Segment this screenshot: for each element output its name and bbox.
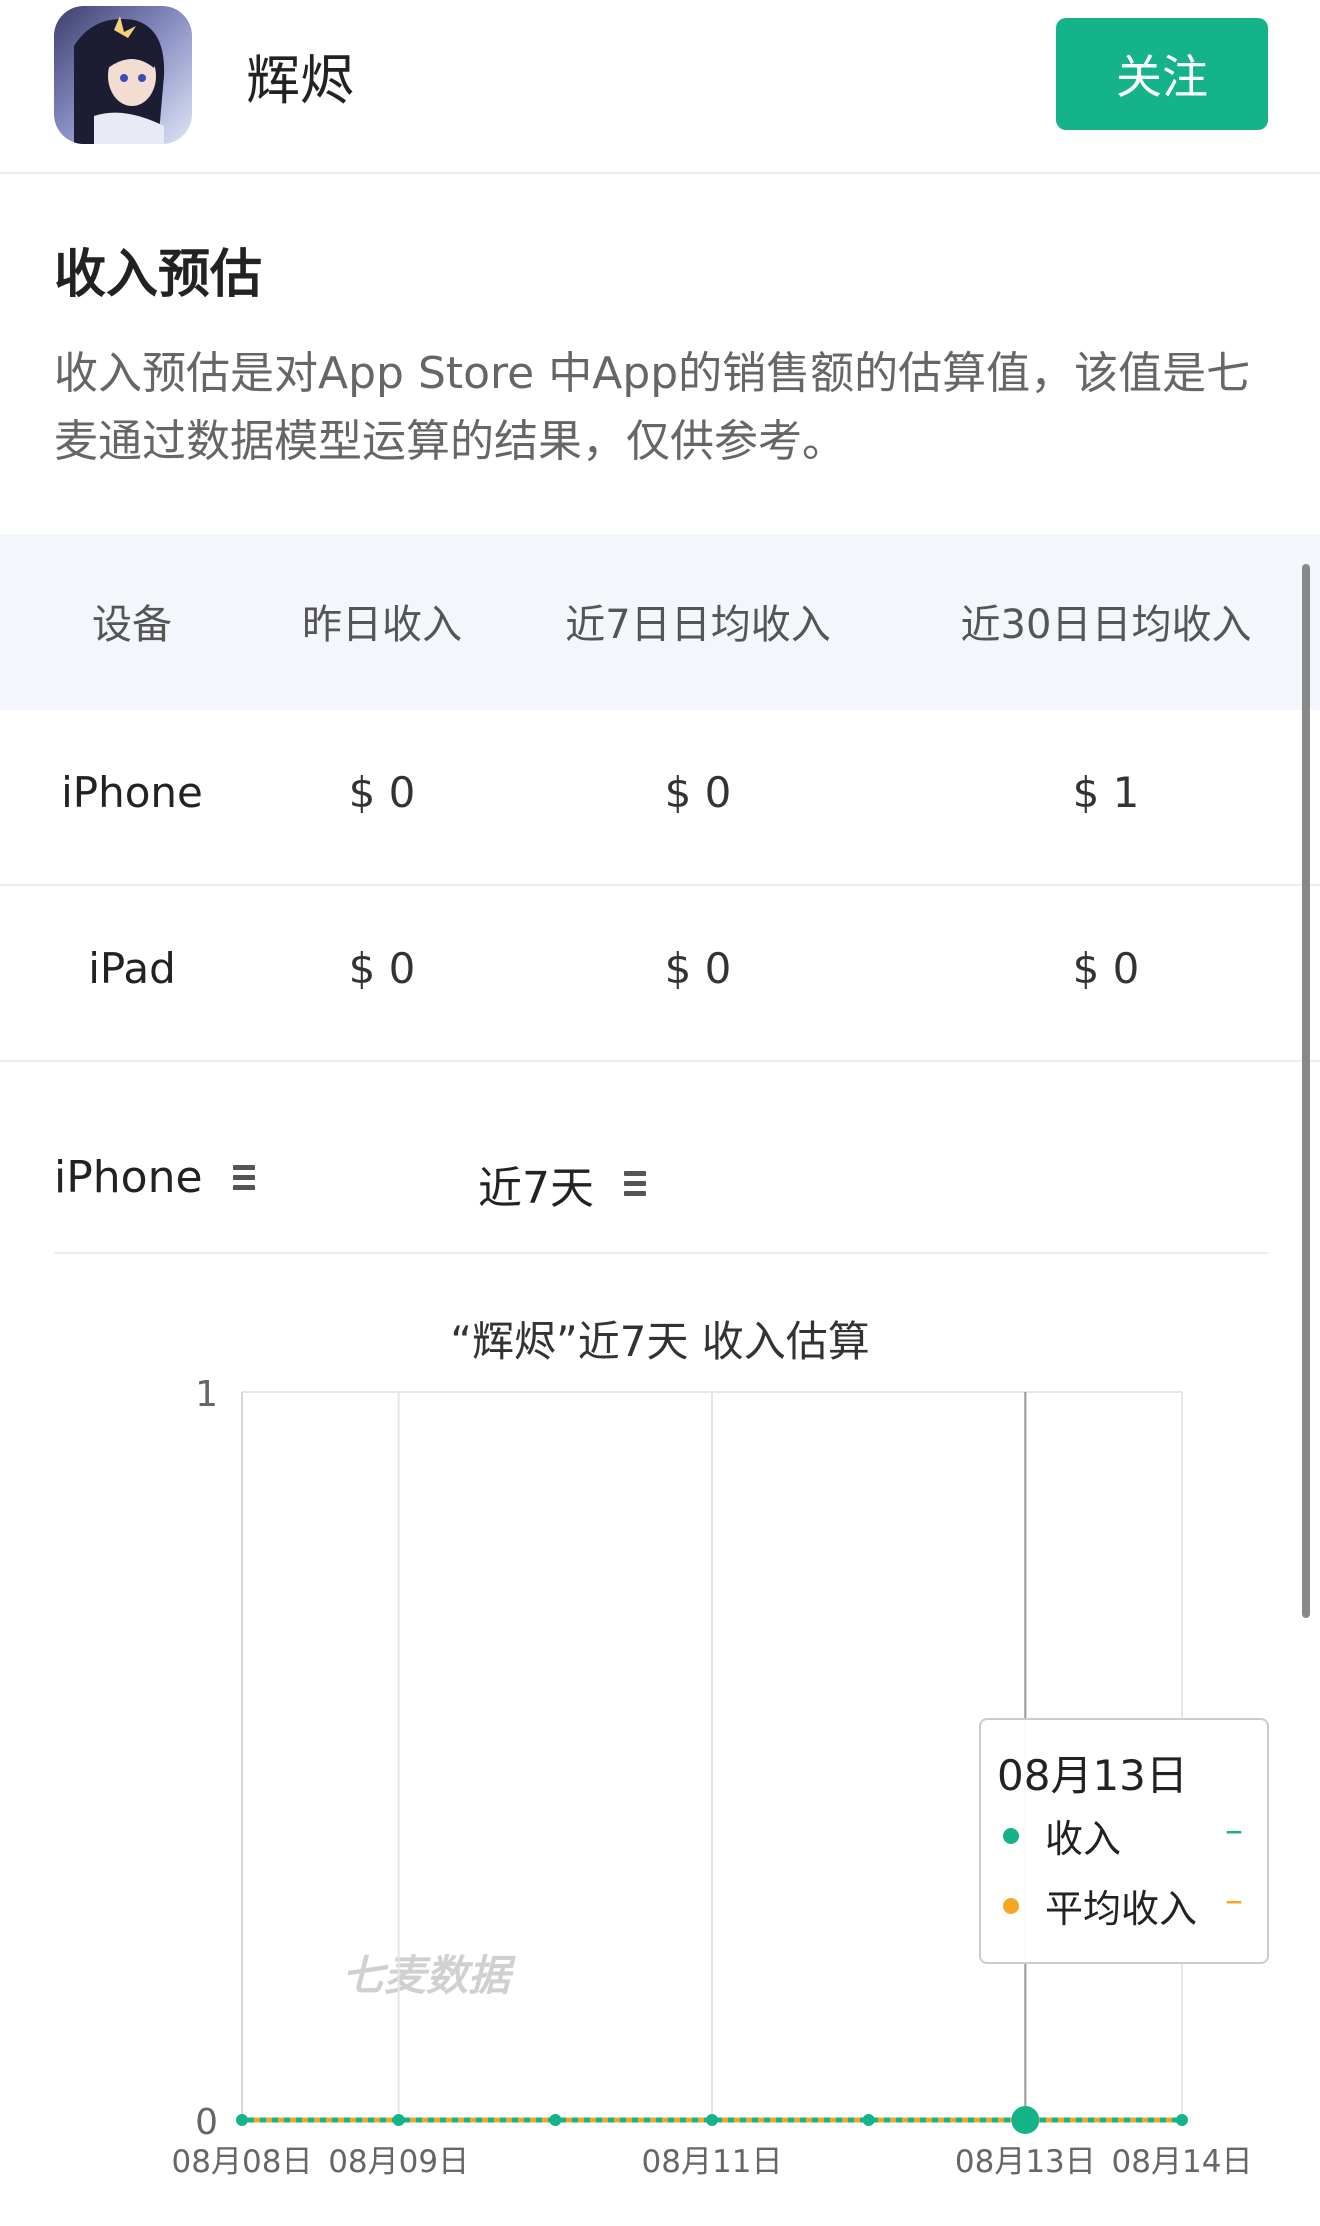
data-point: [392, 2114, 405, 2126]
x-tick-label: 08月11日: [642, 2144, 783, 2180]
legend-dot-icon: [1003, 1827, 1019, 1844]
data-point: [236, 2114, 248, 2126]
data-point: [549, 2114, 562, 2126]
y-tick-label: 1: [195, 1374, 218, 1415]
data-point: [1176, 2114, 1188, 2126]
tooltip-item-revenue: 收入: [1003, 1808, 1253, 1863]
data-point: [862, 2114, 875, 2126]
legend-dot-icon: [1003, 1897, 1019, 1914]
tooltip-value: –: [1225, 1810, 1243, 1851]
x-tick-label: 08月14日: [1112, 2144, 1253, 2180]
tooltip-label: 收入: [1045, 1817, 1122, 1861]
data-point: [706, 2114, 718, 2126]
x-tick-label: 08月08日: [172, 2144, 313, 2180]
tooltip-date: 08月13日: [997, 1751, 1188, 1800]
x-tick-label: 08月09日: [328, 2144, 469, 2180]
tooltip-value: –: [1225, 1880, 1243, 1921]
chart-watermark: 七麦数据: [342, 1951, 516, 2000]
y-tick-label: 0: [195, 2102, 218, 2143]
chart-tooltip: 08月13日 收入 – 平均收入 –: [979, 1718, 1269, 1964]
x-tick-label: 08月13日: [955, 2144, 1096, 2180]
tooltip-item-average: 平均收入: [1003, 1878, 1253, 1933]
tooltip-label: 平均收入: [1045, 1887, 1198, 1931]
scrollbar[interactable]: [1302, 564, 1310, 1618]
data-point: [1011, 2106, 1040, 2134]
